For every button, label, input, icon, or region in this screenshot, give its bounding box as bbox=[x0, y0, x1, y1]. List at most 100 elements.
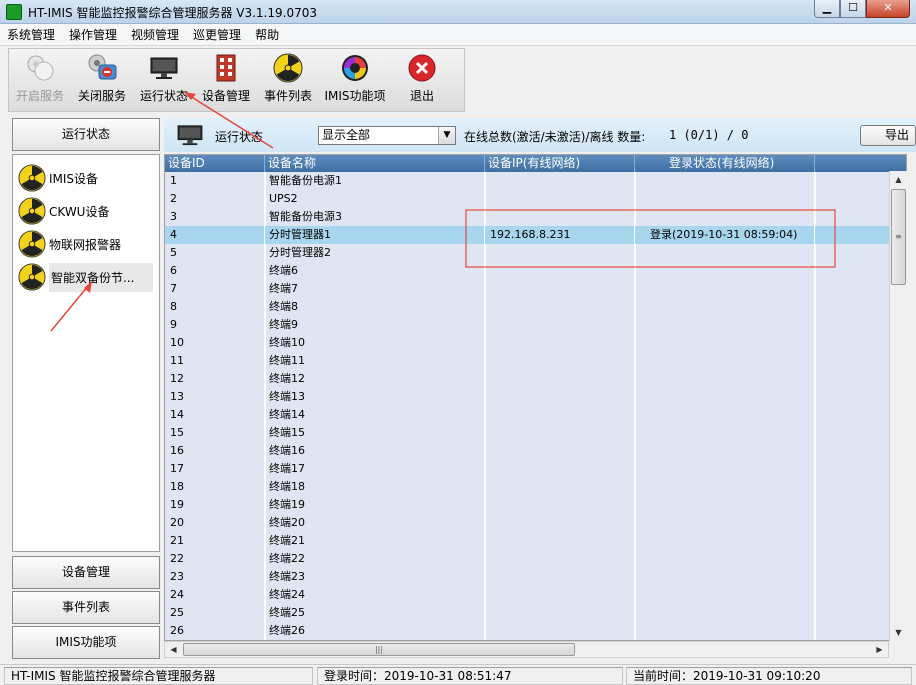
table-row[interactable]: 26 终端26 bbox=[165, 622, 890, 640]
cell-device-id: 8 bbox=[165, 298, 265, 316]
table-row[interactable]: 6 终端6 bbox=[165, 262, 890, 280]
left-device-manager-button[interactable]: 设备管理 bbox=[12, 556, 160, 589]
status-bar: HT-IMIS 智能监控报警综合管理服务器 登录时间：2019-10-31 08… bbox=[0, 664, 916, 685]
online-count-value: 1 (0/1) / 0 bbox=[669, 128, 749, 142]
cell-device-name: 终端11 bbox=[265, 352, 485, 370]
table-row[interactable]: 20 终端20 bbox=[165, 514, 890, 532]
cell-device-id: 24 bbox=[165, 586, 265, 604]
cell-device-ip bbox=[485, 442, 635, 460]
imis-function-label: IMIS功能项 bbox=[324, 89, 386, 103]
column-header-ip[interactable]: 设备IP(有线网络) bbox=[485, 155, 635, 172]
table-row[interactable]: 10 终端10 bbox=[165, 334, 890, 352]
menu-system[interactable]: 系统管理 bbox=[0, 24, 62, 45]
table-row[interactable]: 19 终端19 bbox=[165, 496, 890, 514]
table-row[interactable]: 22 终端22 bbox=[165, 550, 890, 568]
table-row[interactable]: 7 终端7 bbox=[165, 280, 890, 298]
maximize-button[interactable]: ☐ bbox=[840, 0, 866, 18]
scroll-thumb[interactable]: ||| bbox=[183, 643, 575, 656]
table-row[interactable]: 8 终端8 bbox=[165, 298, 890, 316]
imis-function-button[interactable]: IMIS功能项 bbox=[319, 49, 391, 111]
cell-device-ip bbox=[485, 316, 635, 334]
left-run-status-button[interactable]: 运行状态 bbox=[12, 118, 160, 151]
cell-login-status bbox=[635, 550, 815, 568]
table-row[interactable]: 17 终端17 bbox=[165, 460, 890, 478]
online-count-label: 在线总数(激活/未激活)/离线 数量: bbox=[464, 130, 646, 144]
cell-device-ip bbox=[485, 514, 635, 532]
device-type-iot-alarm[interactable]: 物联网报警器 bbox=[17, 229, 153, 259]
column-header-name[interactable]: 设备名称 bbox=[265, 155, 485, 172]
cell-login-status bbox=[635, 586, 815, 604]
cell-device-ip bbox=[485, 208, 635, 226]
table-row[interactable]: 15 终端15 bbox=[165, 424, 890, 442]
table-row[interactable]: 21 终端21 bbox=[165, 532, 890, 550]
table-row[interactable]: 4 分时管理器1 192.168.8.231 登录(2019-10-31 08:59:… bbox=[165, 226, 890, 244]
horizontal-scrollbar[interactable]: ◀ ||| ▶ bbox=[164, 641, 889, 658]
table-row[interactable]: 11 终端11 bbox=[165, 352, 890, 370]
status-strip: 运行状态 显示全部 ▼ 在线总数(激活/未激活)/离线 数量: 1 (0/1) … bbox=[164, 118, 916, 152]
cell-device-id: 1 bbox=[165, 172, 265, 190]
device-type-label: CKWU设备 bbox=[49, 204, 110, 219]
close-button[interactable]: ✕ bbox=[866, 0, 910, 18]
exit-button[interactable]: 退出 bbox=[391, 49, 453, 111]
menu-operation[interactable]: 操作管理 bbox=[62, 24, 124, 45]
cell-login-status bbox=[635, 424, 815, 442]
column-header-login[interactable]: 登录状态(有线网络) bbox=[635, 155, 815, 172]
cell-device-name: 终端17 bbox=[265, 460, 485, 478]
table-row[interactable]: 25 终端25 bbox=[165, 604, 890, 622]
table-row[interactable]: 16 终端16 bbox=[165, 442, 890, 460]
device-type-imis[interactable]: IMIS设备 bbox=[17, 163, 153, 193]
event-list-button[interactable]: 事件列表 bbox=[257, 49, 319, 111]
scroll-right-icon[interactable]: ▶ bbox=[871, 642, 888, 657]
table-row[interactable]: 9 终端9 bbox=[165, 316, 890, 334]
cell-login-status bbox=[635, 190, 815, 208]
menu-patrol[interactable]: 巡更管理 bbox=[186, 24, 248, 45]
cell-device-ip bbox=[485, 586, 635, 604]
stop-service-label: 关闭服务 bbox=[77, 89, 126, 103]
table-row[interactable]: 14 终端14 bbox=[165, 406, 890, 424]
table-row[interactable]: 23 终端23 bbox=[165, 568, 890, 586]
cell-device-ip bbox=[485, 496, 635, 514]
menu-video[interactable]: 视频管理 bbox=[124, 24, 186, 45]
device-type-list: IMIS设备 CKWU设备 物联网报警器 智能双备份节... bbox=[12, 154, 160, 552]
device-table: 设备ID 设备名称 设备IP(有线网络) 登录状态(有线网络) 1 智能备份电源1… bbox=[164, 154, 907, 641]
table-row[interactable]: 18 终端18 bbox=[165, 478, 890, 496]
table-row[interactable]: 24 终端24 bbox=[165, 586, 890, 604]
cell-device-name: 终端20 bbox=[265, 514, 485, 532]
chevron-down-icon[interactable]: ▼ bbox=[438, 127, 455, 144]
table-row[interactable]: 12 终端12 bbox=[165, 370, 890, 388]
exit-icon bbox=[406, 53, 438, 83]
cell-device-ip bbox=[485, 190, 635, 208]
table-row[interactable]: 5 分时管理器2 bbox=[165, 244, 890, 262]
cell-login-status bbox=[635, 496, 815, 514]
scroll-left-icon[interactable]: ◀ bbox=[165, 642, 182, 657]
stop-service-button[interactable]: 关闭服务 bbox=[71, 49, 133, 111]
table-row[interactable]: 1 智能备份电源1 bbox=[165, 172, 890, 190]
scroll-up-icon[interactable]: ▲ bbox=[890, 171, 907, 188]
vertical-scrollbar[interactable]: ▲ ≡ ▼ bbox=[889, 171, 907, 641]
radiation-icon bbox=[272, 53, 304, 83]
device-type-dual-backup[interactable]: 智能双备份节... bbox=[17, 262, 153, 292]
menu-help[interactable]: 帮助 bbox=[248, 24, 286, 45]
table-row[interactable]: 2 UPS2 bbox=[165, 190, 890, 208]
radiation-icon bbox=[17, 262, 47, 292]
device-type-ckwu[interactable]: CKWU设备 bbox=[17, 196, 153, 226]
device-manager-button[interactable]: 设备管理 bbox=[195, 49, 257, 111]
cell-device-id: 12 bbox=[165, 370, 265, 388]
left-imis-function-button[interactable]: IMIS功能项 bbox=[12, 626, 160, 659]
scroll-down-icon[interactable]: ▼ bbox=[890, 624, 907, 641]
scroll-thumb[interactable]: ≡ bbox=[891, 189, 906, 285]
device-manager-label: 设备管理 bbox=[201, 89, 250, 103]
run-status-button[interactable]: 运行状态 bbox=[133, 49, 195, 111]
start-service-button[interactable]: 开启服务 bbox=[9, 49, 71, 111]
table-row[interactable]: 3 智能备份电源3 bbox=[165, 208, 890, 226]
cell-device-name: 终端7 bbox=[265, 280, 485, 298]
column-header-id[interactable]: 设备ID bbox=[165, 155, 265, 172]
table-row[interactable]: 13 终端13 bbox=[165, 388, 890, 406]
export-button[interactable]: 导出 bbox=[860, 125, 916, 146]
left-event-list-button[interactable]: 事件列表 bbox=[12, 591, 160, 624]
cell-device-id: 9 bbox=[165, 316, 265, 334]
display-filter-select[interactable]: 显示全部 ▼ bbox=[318, 126, 456, 145]
minimize-button[interactable]: ▁ bbox=[814, 0, 840, 18]
menu-bar: 系统管理 操作管理 视频管理 巡更管理 帮助 bbox=[0, 24, 916, 46]
cell-login-status bbox=[635, 244, 815, 262]
